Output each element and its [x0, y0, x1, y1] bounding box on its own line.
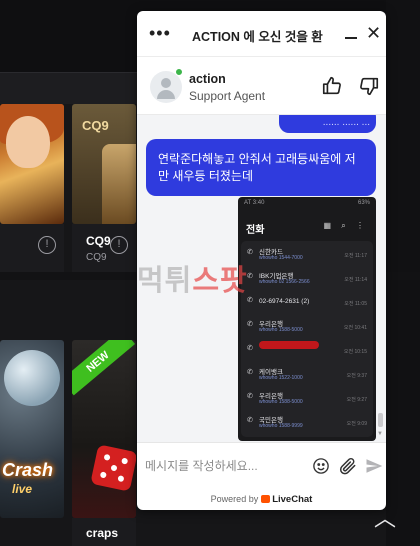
call-time: 오전 10:41 — [343, 325, 367, 331]
call-name: 02-6974-2631 (2) — [259, 298, 310, 305]
call-time: 오전 9:09 — [346, 421, 367, 427]
page: ! CQ9 CQ9 CQ9 ! Crash live NEW craps ︿ •… — [0, 0, 420, 546]
message-input[interactable] — [145, 452, 305, 480]
call-sub: whowho 1588-5000 — [259, 399, 303, 405]
thumbs-up-icon[interactable] — [321, 75, 343, 97]
call-log-toolbar-icons: ▦ ⌕ ⋮ — [323, 221, 368, 230]
game-thumbnail-2[interactable]: CQ9 — [72, 104, 136, 224]
call-sub: whowho 1544-7000 — [259, 255, 303, 261]
phone-icon: ✆ — [247, 297, 253, 304]
call-row: ✆ 신한카드 whowho 1544-7000 오전 11:17 — [241, 243, 373, 265]
call-time: 오전 10:15 — [343, 349, 367, 355]
message-composer — [137, 442, 386, 488]
game-thumbnail-3[interactable]: Crash live — [0, 340, 64, 518]
emoji-icon[interactable] — [312, 457, 330, 475]
thumbs-down-icon[interactable] — [358, 75, 380, 97]
scroll-down-icon[interactable]: ▼ — [377, 431, 383, 437]
message-scrollbar[interactable]: ▼ — [377, 115, 384, 442]
powered-by-footer[interactable]: Powered by LiveChat — [137, 488, 386, 510]
status-time: AT 3:40 — [244, 200, 265, 206]
game-provider: CQ9 — [86, 252, 107, 263]
info-icon[interactable]: ! — [38, 236, 56, 254]
phone-icon: ✆ — [247, 345, 253, 352]
message-bubble-previous: ...... ...... ... — [279, 115, 376, 133]
call-sub: whowho 1588-9999 — [259, 423, 303, 429]
call-row: ✆ 우리은행 whowho 1588-5000 오전 10:41 — [241, 315, 373, 337]
attached-screenshot[interactable]: AT 3:40 63% 전화 ▦ ⌕ ⋮ ✆ 신한카드 whowho 1544-70… — [238, 197, 376, 441]
chat-header: ••• ACTION 에 오신 것을 환 ✕ — [137, 11, 386, 57]
call-sub: whowho 1522-1000 — [259, 375, 303, 381]
send-icon[interactable] — [365, 457, 383, 475]
call-row: ✆ IBK기업은행 whowho 02 1566-2566 오전 11:14 — [241, 267, 373, 289]
info-icon[interactable]: ! — [110, 236, 128, 254]
agent-name: action — [189, 72, 226, 86]
call-sub: whowho 1588-5000 — [259, 327, 303, 333]
call-time: 오전 11:05 — [344, 301, 367, 307]
game-title[interactable]: CQ9 — [86, 234, 111, 248]
character-face — [6, 116, 50, 168]
livechat-logo-icon — [261, 495, 271, 503]
phone-icon: ✆ — [247, 249, 253, 256]
call-time: 오전 9:37 — [346, 373, 367, 379]
online-status-icon — [175, 68, 183, 76]
scrollbar-thumb[interactable] — [378, 413, 383, 427]
call-row: ✆ 02-6974-2631 (2) 오전 11:05 — [241, 291, 373, 313]
call-time: 오전 9:27 — [346, 397, 367, 403]
powered-by-brand: LiveChat — [272, 494, 313, 505]
watermark: 먹튀스팟 — [137, 265, 248, 297]
agent-role: Support Agent — [189, 89, 266, 103]
phone-icon: ✆ — [247, 393, 253, 400]
phone-icon: ✆ — [247, 321, 253, 328]
game-thumbnail-1[interactable] — [0, 104, 64, 224]
game-art — [102, 144, 136, 224]
lottery-globe — [4, 350, 60, 406]
game-art-subtitle: live — [12, 482, 33, 496]
status-battery: 63% — [357, 200, 370, 206]
call-log-title: 전화 — [246, 225, 265, 236]
message-bubble: 연락준다해놓고 안줘서 고래등싸움에 저만 새우등 터졌는데 — [146, 139, 376, 196]
dice-icon — [90, 444, 136, 492]
minimize-icon[interactable] — [345, 37, 357, 39]
more-options-icon[interactable]: ••• — [149, 23, 171, 44]
call-row: ✆ 케이뱅크 whowho 1522-1000 오전 9:37 — [241, 363, 373, 385]
call-sub: whowho 02 1566-2566 — [259, 279, 310, 285]
provider-logo: CQ9 — [82, 118, 109, 133]
phone-icon: ✆ — [247, 417, 253, 424]
close-icon[interactable]: ✕ — [366, 24, 381, 42]
call-row: ✆ 우리은행 whowho 1588-5000 오전 9:27 — [241, 387, 373, 409]
call-time: 오전 11:14 — [344, 277, 367, 283]
game-card-info-1: ! — [0, 224, 64, 272]
call-row: ✆ 국민은행 whowho 1588-9999 오전 9:09 — [241, 411, 373, 433]
phone-icon: ✆ — [247, 369, 253, 376]
game-card-info-2: CQ9 CQ9 ! — [72, 224, 136, 272]
chat-title: ACTION 에 오신 것을 환 — [192, 30, 323, 44]
game-card-info-4: craps — [72, 518, 136, 546]
call-time: 오전 11:17 — [344, 253, 367, 259]
game-thumbnail-4[interactable]: NEW — [72, 340, 136, 518]
new-ribbon: NEW — [72, 340, 136, 396]
agent-bar: action Support Agent — [137, 57, 386, 115]
game-title[interactable]: craps — [86, 526, 118, 540]
call-log-list: ✆ 신한카드 whowho 1544-7000 오전 11:17 ✆ IBK기업은행 wh… — [241, 241, 373, 437]
redaction-mark — [259, 341, 319, 349]
game-art-title: Crash — [2, 460, 54, 480]
powered-by-label: Powered by — [210, 494, 259, 504]
attachment-icon[interactable] — [338, 456, 358, 476]
